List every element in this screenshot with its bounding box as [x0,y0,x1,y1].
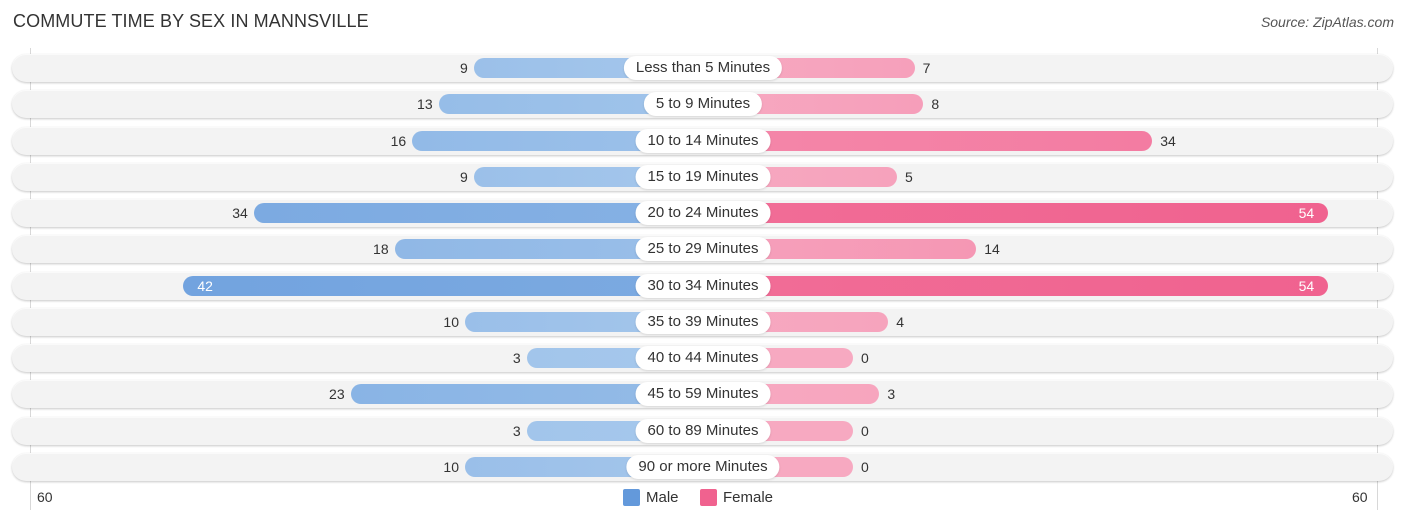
value-label-male: 9 [460,60,468,76]
bar-female [703,275,1329,296]
category-label: 40 to 44 Minutes [635,346,771,371]
category-label: 90 or more Minutes [626,454,780,479]
value-label-male: 9 [460,168,468,185]
category-label: 60 to 89 Minutes [635,418,771,443]
value-label-male: 10 [443,458,459,475]
legend-swatch-female [700,489,717,506]
legend: Male Female [0,488,1406,508]
value-label-male: 23 [329,386,345,403]
value-label-female: 0 [861,350,869,367]
category-label: 15 to 19 Minutes [635,164,771,189]
value-label-female: 8 [931,96,940,113]
bar-male [183,275,703,296]
value-label-female: 5 [905,168,913,185]
category-label: Less than 5 Minutes [623,56,783,80]
value-label-female: 54 [1298,277,1315,294]
category-label: 20 to 24 Minutes [635,201,771,226]
value-label-female: 7 [922,60,931,76]
chart-area: Less than 5 Minutes 9 7 5 to 9 Minutes 13 8 10… [0,0,1406,523]
category-label: 25 to 29 Minutes [635,237,771,262]
value-label-male: 42 [197,277,213,294]
category-label: 35 to 39 Minutes [635,309,771,334]
value-label-male: 3 [512,350,521,367]
value-label-male: 13 [417,96,433,113]
category-label: 45 to 59 Minutes [635,382,771,407]
value-label-female: 14 [984,241,1000,258]
value-label-male: 16 [390,132,407,149]
value-label-female: 3 [887,386,896,403]
bar-female [703,203,1329,224]
value-label-female: 0 [861,458,869,475]
value-label-female: 0 [861,422,869,439]
value-label-female: 34 [1160,132,1176,149]
category-label: 5 to 9 Minutes [643,92,763,117]
category-label: 10 to 14 Minutes [635,128,771,153]
value-label-male: 10 [443,313,459,330]
legend-swatch-male [623,489,640,506]
value-label-male: 18 [373,241,389,258]
value-label-female: 4 [896,313,904,330]
legend-label-female: Female [723,489,774,506]
category-label: 30 to 34 Minutes [635,273,771,298]
legend-label-male: Male [646,489,679,506]
value-label-female: 54 [1298,205,1315,222]
value-label-male: 3 [512,422,521,439]
value-label-male: 34 [232,205,248,222]
